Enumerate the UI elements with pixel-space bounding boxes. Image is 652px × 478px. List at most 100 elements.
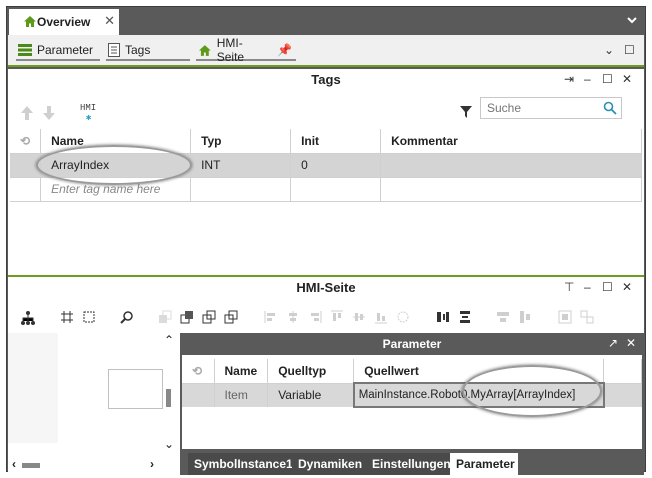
pin-icon[interactable]: ⇥: [564, 72, 574, 86]
tab-hmi-seite[interactable]: HMI-Seite 📌: [196, 36, 296, 64]
tab-einstellungen[interactable]: Einstellungen: [366, 453, 457, 475]
maximize-icon[interactable]: ☐: [624, 43, 635, 57]
align-right-icon[interactable]: [308, 310, 322, 324]
distribute-vertical-icon[interactable]: [458, 310, 472, 324]
bring-front-icon[interactable]: [158, 310, 172, 324]
forward-icon[interactable]: [202, 310, 216, 324]
column-header-name[interactable]: Name: [40, 129, 192, 154]
tab-overview-label: Overview: [37, 15, 91, 29]
close-icon[interactable]: ✕: [104, 13, 115, 29]
backward-icon[interactable]: [224, 310, 238, 324]
minimize-icon[interactable]: –: [584, 72, 591, 86]
hmi-seite-panel: HMI-Seite ⊤ – ☐ ✕ ⌃ ⌄ ‹ › Parameter ↗ ✕ …: [8, 275, 644, 475]
column-header-quelltyp[interactable]: Quelltyp: [267, 359, 355, 384]
hmi-canvas[interactable]: ⌃ ⌄ ‹ ›: [8, 333, 178, 475]
vertical-scrollbar[interactable]: ⌃ ⌄: [162, 333, 178, 453]
column-header-typ[interactable]: Typ: [190, 129, 292, 154]
rotate-icon[interactable]: [396, 310, 410, 324]
minimize-icon[interactable]: –: [584, 280, 591, 294]
same-width-icon[interactable]: [496, 310, 510, 324]
canvas-margin: [8, 333, 58, 443]
tag-type-cell[interactable]: INT: [190, 153, 292, 177]
tag-name-cell[interactable]: ArrayIndex: [40, 153, 192, 177]
param-extra-cell: [603, 383, 642, 407]
table-row[interactable]: ArrayIndex INT 0: [10, 153, 642, 177]
align-left-icon[interactable]: [264, 310, 278, 324]
horizontal-scrollbar[interactable]: ‹ ›: [8, 457, 168, 473]
tags-panel: Tags ⇥ – ☐ ✕ HMI✱ ⟲ Name Typ Init Kommen…: [8, 69, 644, 275]
same-height-icon[interactable]: [518, 310, 532, 324]
align-center-icon[interactable]: [286, 310, 300, 324]
align-bottom-icon[interactable]: [374, 310, 388, 324]
tab-symbolinstance1[interactable]: SymbolInstance1: [188, 453, 299, 475]
hierarchy-icon[interactable]: [20, 310, 36, 326]
reset-icon[interactable]: ⟲: [192, 364, 202, 378]
maximize-icon[interactable]: ☐: [602, 72, 613, 86]
zoom-icon[interactable]: [120, 310, 134, 324]
parameter-panel: Parameter ↗ ✕ ⟲ Name Quelltyp Quellwert …: [180, 333, 644, 475]
chevron-down-icon[interactable]: ⌄: [604, 43, 614, 57]
hmi-tag-icon[interactable]: HMI ✱: [80, 103, 96, 123]
close-icon[interactable]: ✕: [622, 280, 632, 294]
new-tag-type-cell[interactable]: [190, 176, 292, 202]
param-source-type-cell[interactable]: Variable: [267, 383, 355, 407]
reset-icon[interactable]: ⟲: [20, 134, 30, 148]
tags-table: ⟲ Name Typ Init Kommentar ArrayIndex INT…: [10, 129, 642, 202]
tab-parameter[interactable]: Parameter: [16, 41, 100, 61]
arrow-up-icon[interactable]: [20, 105, 34, 121]
table-row[interactable]: Item Variable MainInstance.Robot0.MyArra…: [182, 382, 642, 408]
search-input[interactable]: [487, 101, 597, 115]
chevron-down-icon[interactable]: ⌄: [164, 437, 174, 451]
maximize-icon[interactable]: ☐: [602, 280, 613, 294]
close-icon[interactable]: ✕: [622, 72, 632, 86]
row-selector[interactable]: [10, 153, 42, 177]
tab-parameter[interactable]: Parameter: [450, 453, 518, 475]
pin-icon[interactable]: 📌: [277, 43, 292, 57]
group-icon[interactable]: [558, 310, 572, 324]
expand-icon[interactable]: ↗: [608, 336, 618, 350]
arrow-down-icon[interactable]: [42, 105, 56, 121]
row-selector-header: ⟲: [182, 359, 215, 384]
tab-overview[interactable]: Overview ✕: [9, 9, 119, 35]
app-window: Overview ✕ Parameter Tags HMI-Seite 📌 ⌄ …: [6, 6, 646, 475]
chevron-left-icon[interactable]: ‹: [12, 457, 16, 471]
column-header-kommentar[interactable]: Kommentar: [380, 129, 642, 154]
new-tag-name-cell[interactable]: Enter tag name here: [40, 176, 192, 202]
tag-comment-cell[interactable]: [380, 153, 642, 177]
row-selector[interactable]: [182, 383, 215, 407]
new-tag-comment-cell[interactable]: [380, 176, 642, 202]
param-source-value-cell[interactable]: MainInstance.Robot0.MyArray[ArrayIndex]: [352, 382, 605, 408]
pin-icon[interactable]: ⊤: [564, 280, 574, 294]
distribute-horizontal-icon[interactable]: [436, 310, 450, 324]
tags-table-header: ⟲ Name Typ Init Kommentar: [10, 129, 642, 154]
send-back-icon[interactable]: [180, 310, 194, 324]
tag-init-cell[interactable]: 0: [290, 153, 382, 177]
scroll-thumb[interactable]: [166, 389, 171, 407]
column-header-name[interactable]: Name: [214, 359, 269, 384]
column-header-quellwert[interactable]: Quellwert: [353, 359, 605, 384]
search-icon[interactable]: [603, 101, 617, 115]
grid-icon[interactable]: [60, 310, 74, 324]
frame-icon[interactable]: [82, 310, 96, 324]
hmi-tag-icon-label: HMI: [80, 103, 97, 113]
align-middle-icon[interactable]: [352, 310, 366, 324]
tab-parameter-label: Parameter: [37, 43, 94, 57]
filter-icon[interactable]: [460, 105, 472, 119]
chevron-down-icon[interactable]: [625, 13, 639, 27]
symbol-instance[interactable]: [108, 369, 163, 409]
chevron-right-icon[interactable]: ›: [150, 457, 154, 471]
new-tag-init-cell[interactable]: [290, 176, 382, 202]
align-top-icon[interactable]: [330, 310, 344, 324]
tab-tags[interactable]: Tags: [106, 41, 190, 61]
tab-dynamiken[interactable]: Dynamiken: [292, 453, 369, 475]
chevron-up-icon[interactable]: ⌃: [164, 333, 174, 347]
ungroup-icon[interactable]: [580, 310, 594, 324]
parameter-table-area: ⟲ Name Quelltyp Quellwert Item Variable …: [182, 355, 642, 449]
new-tag-row[interactable]: Enter tag name here: [10, 176, 642, 202]
column-header-init[interactable]: Init: [290, 129, 382, 154]
row-selector[interactable]: [10, 176, 42, 202]
tags-panel-title: Tags: [311, 72, 341, 87]
param-name-cell[interactable]: Item: [214, 383, 269, 407]
scroll-thumb[interactable]: [22, 463, 40, 468]
close-icon[interactable]: ✕: [626, 336, 636, 350]
